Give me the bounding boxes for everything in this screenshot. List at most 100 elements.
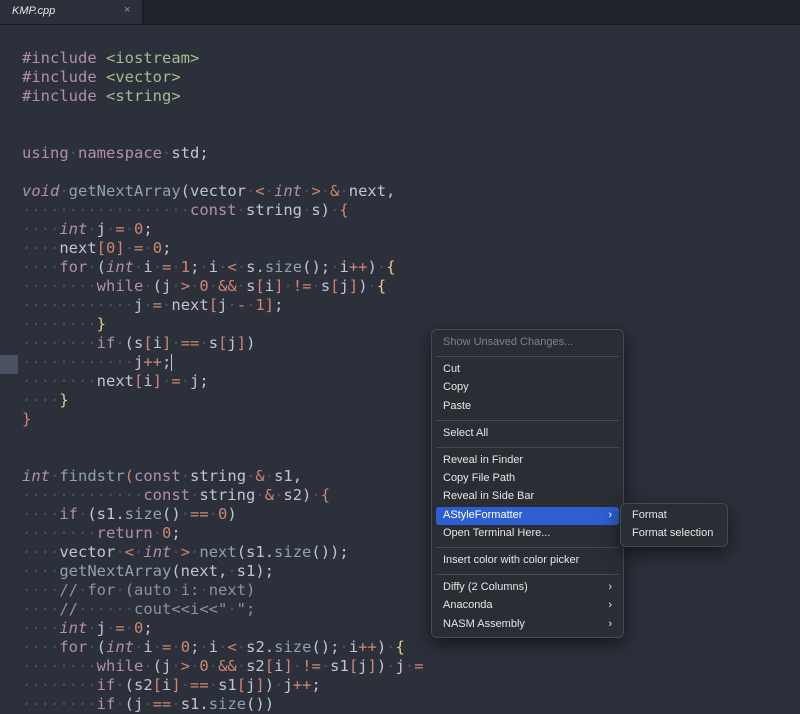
code-line: ·············const·string·&·s2)·{: [22, 486, 424, 505]
menu-item-paste[interactable]: Paste: [436, 398, 619, 416]
menu-item-label: Format: [632, 509, 667, 521]
code-token: ·: [78, 505, 88, 523]
menu-separator: [436, 356, 619, 358]
code-token: ····: [22, 220, 60, 238]
code-token: ()): [246, 695, 275, 713]
code-token: i:: [180, 581, 200, 599]
code-token: 0: [199, 277, 209, 295]
code-token: ·: [171, 657, 181, 675]
code-token: ·: [134, 543, 144, 561]
code-token: ·: [320, 657, 331, 675]
code-token: for: [59, 258, 88, 276]
code-token: ·: [106, 220, 116, 238]
code-token: j: [339, 277, 349, 295]
code-token: j: [96, 220, 107, 238]
code-token: j: [218, 296, 228, 314]
menu-item-format[interactable]: Format: [625, 507, 723, 525]
code-token: const: [189, 201, 237, 219]
code-token: 1: [180, 258, 191, 276]
code-token: ·: [264, 467, 275, 485]
code-token: ····: [22, 581, 60, 599]
menu-item-reveal-in-side-bar[interactable]: Reveal in Side Bar: [436, 488, 619, 506]
code-token: =: [152, 296, 163, 314]
code-token: ·: [236, 201, 246, 219]
code-token: ·: [367, 277, 377, 295]
code-token: ·············: [22, 486, 144, 504]
menu-item-open-terminal-here[interactable]: Open Terminal Here...: [436, 525, 619, 543]
menu-item-anaconda[interactable]: Anaconda ›: [436, 597, 619, 615]
code-token: ·: [227, 296, 237, 314]
tab-kmp-cpp[interactable]: KMP.cpp ×: [0, 0, 143, 24]
code-token: (s1.: [87, 505, 125, 523]
code-line: ········next[i]·=·j;: [22, 372, 424, 391]
menu-item-label: Insert color with color picker: [443, 554, 580, 566]
code-token: ]: [162, 334, 172, 352]
code-token: ;: [143, 619, 153, 637]
code-token: const: [143, 486, 190, 504]
code-token: s1,: [274, 467, 303, 485]
menu-item-select-all[interactable]: Select All: [436, 425, 619, 443]
menu-item-cut[interactable]: Cut: [436, 361, 619, 379]
code-token: ·: [124, 220, 135, 238]
code-token: ·: [190, 277, 200, 295]
code-token: std;: [171, 144, 209, 162]
code-token: ·: [274, 676, 284, 694]
code-token: ·: [376, 258, 387, 276]
code-token: ·: [180, 372, 191, 390]
menu-item-reveal-in-finder[interactable]: Reveal in Finder: [436, 452, 619, 470]
code-token: s: [320, 277, 331, 295]
menu-item-nasm-assembly[interactable]: NASM Assembly ›: [436, 616, 619, 634]
code-token: namespace: [78, 144, 163, 162]
code-token: ········: [22, 695, 97, 713]
code-token: (auto: [124, 581, 172, 599]
code-token: !=: [292, 277, 312, 295]
code-line: #include <vector>: [22, 68, 424, 87]
menu-item-label: Select All: [443, 426, 489, 439]
menu-separator: [436, 419, 619, 421]
code-token: ==: [190, 505, 209, 523]
code-token: ·: [302, 182, 312, 200]
code-token: >: [180, 543, 191, 561]
code-token: s1.: [180, 695, 209, 713]
code-line: ····for·(int·i·=·1;·i·<·s.size();·i++)·{: [22, 258, 424, 277]
code-token: <: [255, 182, 265, 200]
code-token: ·: [227, 562, 237, 580]
code-token: 0: [134, 619, 144, 637]
code-token: using: [22, 144, 69, 162]
code-token: int: [274, 182, 303, 200]
menu-item-insert-color-with-color-picker[interactable]: Insert color with color picker: [436, 552, 619, 570]
code-token: (: [124, 467, 135, 485]
code-token: ·: [171, 581, 181, 599]
code-token: j;: [190, 372, 209, 390]
code-token: j: [283, 676, 293, 694]
code-line: #include <iostream>: [22, 49, 424, 68]
code-editor[interactable]: #include <iostream> #include <vector> #inc…: [0, 24, 800, 713]
code-token: return: [96, 524, 153, 542]
code-token: s1: [330, 657, 349, 675]
code-line: ····int·j·=·0;: [22, 220, 424, 239]
code-token: ]: [264, 296, 275, 314]
code-token: ·: [292, 657, 303, 675]
code-token: j: [133, 353, 144, 371]
code-text[interactable]: #include <iostream> #include <vector> #inc…: [22, 49, 424, 714]
code-line: void·getNextArray(vector·<·int·>·&·next,: [22, 182, 424, 201]
code-token: ): [367, 258, 377, 276]
code-token: 0: [180, 638, 191, 656]
code-token: int: [143, 543, 172, 561]
code-token: ++: [348, 258, 368, 276]
menu-item-format-selection[interactable]: Format selection: [625, 525, 723, 543]
menu-item-diffy-2-columns[interactable]: Diffy (2 Columns) ›: [436, 579, 619, 597]
astyleformatter-submenu: Format Format selection: [620, 503, 728, 547]
menu-item-copy[interactable]: Copy: [436, 379, 619, 397]
gutter-current-line-marker: [0, 355, 18, 374]
menu-item-astyleformatter[interactable]: AStyleFormatter ›: [436, 506, 619, 525]
code-token: ·: [208, 277, 219, 295]
tab-close-icon[interactable]: ×: [124, 4, 130, 16]
code-token: ;: [162, 239, 172, 257]
menu-item-copy-file-path[interactable]: Copy File Path: [436, 470, 619, 488]
code-token: (j: [124, 695, 144, 713]
code-token: ········: [22, 277, 97, 295]
